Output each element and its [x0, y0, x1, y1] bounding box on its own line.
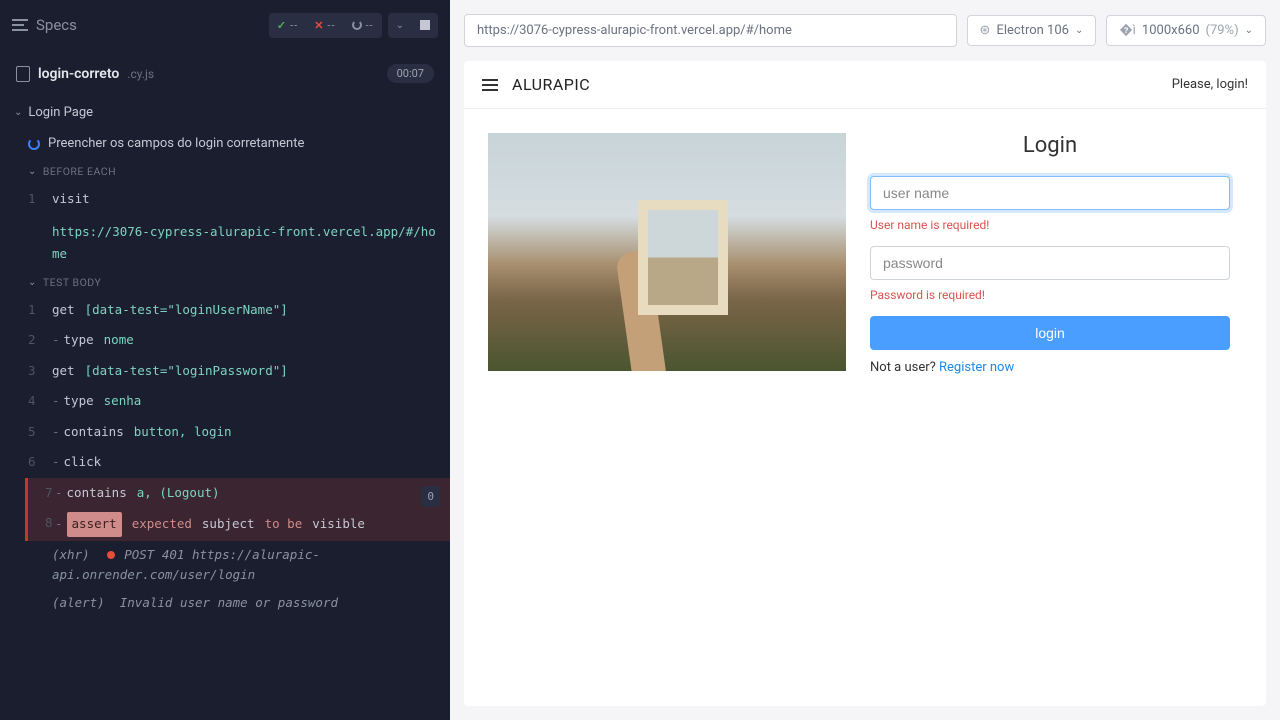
passed-count[interactable]: ✓-- [269, 13, 306, 38]
xhr-log[interactable]: (xhr) POST 401 https://alurapic-api.onre… [0, 541, 450, 589]
pending-count[interactable]: -- [344, 13, 382, 38]
chevron-down-icon: ⌄ [14, 107, 22, 118]
x-icon: ✕ [314, 19, 323, 32]
specs-nav[interactable]: Specs [12, 16, 77, 34]
please-login-link[interactable]: Please, login! [1172, 77, 1248, 92]
brand-title: ALURAPIC [512, 75, 590, 94]
app-navbar: ALURAPIC Please, login! [464, 61, 1266, 109]
login-button[interactable]: login [870, 316, 1230, 350]
command-row-failing[interactable]: 7 -containsa, (Logout) 0 [25, 478, 450, 509]
login-form: Login User name is required! Password is… [870, 133, 1230, 375]
stop-button[interactable] [412, 14, 438, 36]
browser-icon: ⊛ [980, 23, 991, 38]
check-icon: ✓ [277, 19, 286, 32]
login-heading: Login [870, 133, 1230, 158]
chevron-down-icon: ⌄ [28, 277, 37, 288]
alert-log[interactable]: (alert) Invalid user name or password [0, 589, 450, 617]
describe-title: Login Page [28, 105, 93, 120]
test-title: Preencher os campos do login corretament… [48, 136, 304, 151]
reporter-panel: Specs ✓-- ✕-- -- ⌄ login-correto .cy.js [0, 0, 450, 720]
viewport-selector[interactable]: �ì 1000x660 (79%) ⌄ [1106, 15, 1266, 46]
command-row[interactable]: 1 visithttps://3076-cypress-alurapic-fro… [0, 184, 450, 270]
hamburger-icon[interactable] [482, 76, 498, 94]
chevron-down-icon: ⌄ [1075, 25, 1083, 36]
running-spinner-icon [28, 138, 40, 150]
browser-selector[interactable]: ⊛ Electron 106 ⌄ [967, 15, 1097, 46]
username-input[interactable] [870, 176, 1230, 210]
run-controls: ✓-- ✕-- -- ⌄ [269, 13, 438, 38]
test-body-header[interactable]: ⌄ TEST BODY [0, 270, 450, 295]
options-dropdown[interactable]: ⌄ [388, 14, 412, 37]
command-row[interactable]: 1 get[data-test="loginUserName"] [0, 295, 450, 326]
spec-ext: .cy.js [127, 67, 154, 81]
command-row-assert[interactable]: 8 - assert expected subject to be visibl… [25, 508, 450, 541]
aut-header: https://3076-cypress-alurapic-front.verc… [450, 0, 1280, 61]
spec-title-row: login-correto .cy.js 00:07 [0, 50, 450, 97]
error-dot-icon [107, 551, 115, 559]
command-row[interactable]: 4 -typesenha [0, 386, 450, 417]
elapsed-time: 00:07 [387, 64, 434, 83]
assert-badge: assert [67, 512, 122, 537]
command-row[interactable]: 5 -containsbutton, login [0, 417, 450, 448]
chevron-down-icon: ⌄ [28, 166, 37, 177]
specs-label: Specs [36, 16, 77, 34]
file-icon [16, 66, 30, 82]
chevron-down-icon: ⌄ [396, 20, 404, 31]
spinner-icon [352, 20, 362, 30]
test-block[interactable]: Preencher os campos do login corretament… [0, 128, 450, 159]
top-bar: Specs ✓-- ✕-- -- ⌄ [0, 0, 450, 50]
register-link[interactable]: Register now [939, 360, 1014, 375]
username-error: User name is required! [870, 218, 1230, 232]
retry-count-badge: 0 [421, 486, 440, 508]
aut-iframe: ALURAPIC Please, login! Login User name … [464, 61, 1266, 706]
menu-icon [12, 19, 28, 31]
command-row[interactable]: 3 get[data-test="loginPassword"] [0, 356, 450, 387]
stop-icon [420, 20, 430, 30]
chevron-down-icon: ⌄ [1245, 25, 1253, 36]
spec-name: login-correto [38, 66, 119, 82]
describe-block[interactable]: ⌄ Login Page [0, 97, 450, 128]
password-error: Password is required! [870, 288, 1230, 302]
hero-image [488, 133, 846, 371]
password-input[interactable] [870, 246, 1230, 280]
failed-count[interactable]: ✕-- [306, 13, 343, 38]
viewport-icon: �ì [1119, 23, 1136, 38]
command-row[interactable]: 2 -typenome [0, 325, 450, 356]
url-bar[interactable]: https://3076-cypress-alurapic-front.verc… [464, 14, 957, 47]
command-row[interactable]: 6 -click [0, 447, 450, 478]
aut-panel: https://3076-cypress-alurapic-front.verc… [450, 0, 1280, 720]
before-each-header[interactable]: ⌄ BEFORE EACH [0, 159, 450, 184]
register-line: Not a user? Register now [870, 360, 1230, 375]
